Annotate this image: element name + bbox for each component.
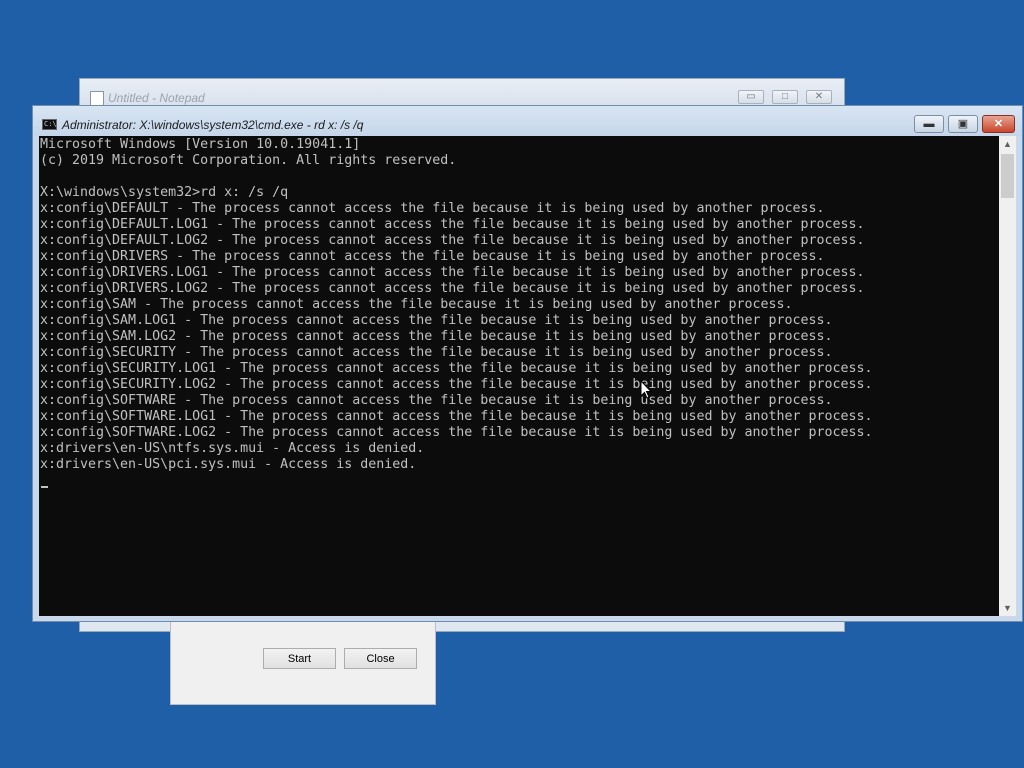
text-cursor <box>41 486 48 488</box>
console-scrollbar[interactable]: ▲ ▼ <box>999 136 1016 616</box>
cmd-minimize-button[interactable]: ▬ <box>914 115 944 133</box>
console-line: x:drivers\en-US\pci.sys.mui - Access is … <box>40 457 417 472</box>
cmd-icon: C:\ <box>42 119 57 130</box>
console-line: x:config\SOFTWARE - The process cannot a… <box>40 393 833 408</box>
console-line: x:config\SOFTWARE.LOG1 - The process can… <box>40 409 873 424</box>
cmd-titlebar[interactable]: C:\ Administrator: X:\windows\system32\c… <box>33 106 1022 136</box>
console-line: x:config\SECURITY.LOG2 - The process can… <box>40 377 873 392</box>
console-line: x:config\DEFAULT.LOG1 - The process cann… <box>40 217 865 232</box>
console-line: x:config\SAM - The process cannot access… <box>40 297 793 312</box>
close-button[interactable]: Close <box>344 648 417 669</box>
scrollbar-thumb[interactable] <box>1001 154 1014 198</box>
notepad-title: Untitled - Notepad <box>108 91 205 105</box>
console-line: X:\windows\system32>rd x: /s /q <box>40 185 289 200</box>
scroll-down-arrow-icon[interactable]: ▼ <box>999 600 1016 616</box>
notepad-maximize-button[interactable]: □ <box>772 90 798 104</box>
console-line: x:config\DRIVERS.LOG2 - The process cann… <box>40 281 865 296</box>
console-line: x:config\DEFAULT.LOG2 - The process cann… <box>40 233 865 248</box>
dialog-body: Start Close <box>178 621 428 696</box>
console-line: x:config\SAM.LOG2 - The process cannot a… <box>40 329 833 344</box>
notepad-icon <box>90 91 104 106</box>
console-line: x:config\DRIVERS.LOG1 - The process cann… <box>40 265 865 280</box>
console-line: x:config\SECURITY.LOG1 - The process can… <box>40 361 873 376</box>
console-line: x:config\DRIVERS - The process cannot ac… <box>40 249 825 264</box>
console-line: x:config\SECURITY - The process cannot a… <box>40 345 833 360</box>
console-line: (c) 2019 Microsoft Corporation. All righ… <box>40 153 457 168</box>
console-line: x:config\SAM.LOG1 - The process cannot a… <box>40 313 833 328</box>
cmd-close-button[interactable]: ✕ <box>982 115 1015 133</box>
cmd-maximize-button[interactable]: ▣ <box>948 115 978 133</box>
cmd-title: Administrator: X:\windows\system32\cmd.e… <box>62 118 364 132</box>
setup-dialog: Start Close <box>170 620 436 705</box>
console-line: x:drivers\en-US\ntfs.sys.mui - Access is… <box>40 441 425 456</box>
console-line: Microsoft Windows [Version 10.0.19041.1] <box>40 137 361 152</box>
console-output[interactable]: Microsoft Windows [Version 10.0.19041.1]… <box>39 136 999 616</box>
console-text: Microsoft Windows [Version 10.0.19041.1]… <box>39 136 999 473</box>
notepad-close-button[interactable]: ✕ <box>806 90 832 104</box>
mouse-pointer-icon <box>640 380 652 399</box>
start-button[interactable]: Start <box>263 648 336 669</box>
console-line: x:config\DEFAULT - The process cannot ac… <box>40 201 825 216</box>
console-line: x:config\SOFTWARE.LOG2 - The process can… <box>40 425 873 440</box>
notepad-minimize-button[interactable]: ▭ <box>738 90 764 104</box>
cmd-window[interactable]: C:\ Administrator: X:\windows\system32\c… <box>32 105 1023 622</box>
scroll-up-arrow-icon[interactable]: ▲ <box>999 136 1016 152</box>
